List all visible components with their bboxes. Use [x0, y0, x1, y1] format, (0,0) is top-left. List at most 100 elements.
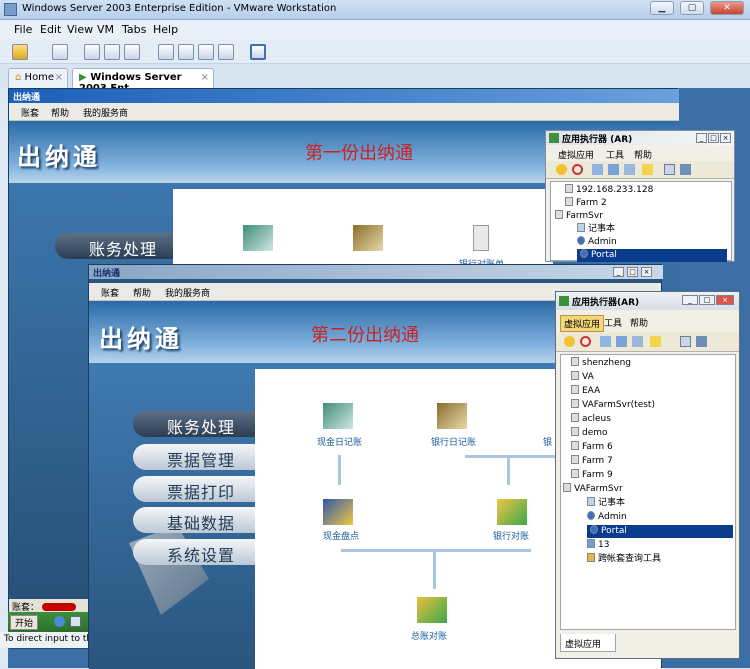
- search-icon[interactable]: [592, 164, 603, 175]
- cash-journal-icon[interactable]: [323, 403, 353, 429]
- nav-accounting[interactable]: 账务处理: [55, 233, 173, 259]
- close-tab-icon[interactable]: ×: [201, 72, 209, 83]
- lightning-icon[interactable]: [650, 336, 661, 347]
- book-icon[interactable]: [680, 164, 691, 175]
- tree-item-farm7[interactable]: Farm 7: [571, 455, 613, 468]
- key-icon[interactable]: [556, 164, 567, 175]
- tree-item-eaa[interactable]: EAA: [571, 385, 600, 398]
- tree-item-notepad[interactable]: 记事本: [587, 497, 625, 510]
- cash-journal-icon[interactable]: [243, 225, 273, 251]
- menu-help[interactable]: 帮助: [51, 106, 69, 119]
- menu-help[interactable]: Help: [153, 23, 178, 36]
- menu-my-provider[interactable]: 我的服务商: [165, 286, 210, 299]
- revert-icon[interactable]: [84, 44, 100, 60]
- ie-icon[interactable]: [54, 616, 65, 627]
- tree-item-admin[interactable]: Admin: [587, 511, 627, 524]
- cash-count-icon[interactable]: [323, 499, 353, 525]
- tree-item-vafarmsvr-test[interactable]: VAFarmSvr(test): [571, 399, 655, 412]
- tab-home[interactable]: ⌂ Home ×: [8, 68, 68, 88]
- tree-item-server[interactable]: 192.168.233.128: [565, 184, 653, 197]
- refresh-icon[interactable]: [616, 336, 627, 347]
- settings-icon[interactable]: [632, 336, 643, 347]
- snapshot-icon[interactable]: [52, 44, 68, 60]
- minimize-button[interactable]: ▁: [650, 1, 674, 15]
- close-button[interactable]: ✕: [710, 1, 744, 15]
- menu-help[interactable]: 帮助: [630, 316, 648, 329]
- tree-item-va[interactable]: VA: [571, 371, 594, 384]
- bank-statement-icon[interactable]: [473, 225, 489, 251]
- tree-item-farm6[interactable]: Farm 6: [571, 441, 613, 454]
- clone-icon[interactable]: [124, 44, 140, 60]
- tree-item-farm9[interactable]: Farm 9: [571, 469, 613, 482]
- power-icon[interactable]: [12, 44, 28, 60]
- tree-item-portal[interactable]: Portal: [577, 249, 727, 262]
- cash-count-label[interactable]: 现金盘点: [323, 529, 359, 542]
- menu-view[interactable]: View: [67, 23, 93, 36]
- partial-label[interactable]: 银: [543, 435, 552, 448]
- stop-icon[interactable]: [580, 336, 591, 347]
- menu-virtual-apps[interactable]: 虚拟应用: [560, 315, 605, 332]
- key-icon[interactable]: [564, 336, 575, 347]
- ar2-minimize-button[interactable]: _: [682, 295, 698, 305]
- menu-vm[interactable]: VM: [97, 23, 114, 36]
- tree-item-farmsvr[interactable]: FarmSvr: [555, 210, 603, 223]
- tree-item-vafarmsvr[interactable]: VAFarmSvr: [563, 483, 623, 496]
- menu-file[interactable]: File: [14, 23, 32, 36]
- start-button[interactable]: 开始: [10, 615, 39, 630]
- search-icon[interactable]: [600, 336, 611, 347]
- nav-accounting[interactable]: 账务处理: [133, 411, 255, 437]
- quick-switch-icon[interactable]: [250, 44, 266, 60]
- menu-tools[interactable]: 工具: [604, 316, 622, 329]
- snapshot-manager-icon[interactable]: [104, 44, 120, 60]
- refresh-icon[interactable]: [608, 164, 619, 175]
- unity-icon[interactable]: [218, 44, 234, 60]
- ar1-minimize-button[interactable]: _: [696, 133, 707, 143]
- tree-item-farm2[interactable]: Farm 2: [565, 197, 607, 210]
- menu-my-provider[interactable]: 我的服务商: [83, 106, 128, 119]
- general-reconcile-label[interactable]: 总账对账: [411, 629, 447, 642]
- tree-item-shenzheng[interactable]: shenzheng: [571, 357, 631, 370]
- maximize-button[interactable]: ▢: [680, 1, 704, 15]
- ar2-maximize-button[interactable]: □: [699, 295, 715, 305]
- bank-journal-icon[interactable]: [437, 403, 467, 429]
- menu-help[interactable]: 帮助: [634, 148, 652, 161]
- fullscreen-icon[interactable]: [198, 44, 214, 60]
- bank-reconcile-label[interactable]: 银行对账: [493, 529, 529, 542]
- tree-item-13[interactable]: 13: [587, 539, 609, 552]
- general-reconcile-icon[interactable]: [417, 597, 447, 623]
- nav-bill-printing[interactable]: 票据打印: [133, 476, 255, 502]
- bank-journal-icon[interactable]: [353, 225, 383, 251]
- ar1-close-button[interactable]: ×: [720, 133, 731, 143]
- menu-edit[interactable]: Edit: [40, 23, 61, 36]
- nav-bill-management[interactable]: 票据管理: [133, 444, 255, 470]
- close-tab-icon[interactable]: ×: [55, 72, 63, 83]
- list-icon[interactable]: [664, 164, 675, 175]
- nav-system-settings[interactable]: 系统设置: [133, 539, 255, 565]
- bank-journal-label[interactable]: 银行日记账: [431, 435, 476, 448]
- ar2-close-button[interactable]: ×: [716, 295, 734, 305]
- menu-account-set[interactable]: 账套: [21, 106, 39, 119]
- menu-tools[interactable]: 工具: [606, 148, 624, 161]
- win2-minimize-button[interactable]: _: [613, 267, 624, 277]
- cash-journal-label[interactable]: 现金日记账: [317, 435, 362, 448]
- win2-maximize-button[interactable]: □: [627, 267, 638, 277]
- sidebar-view-icon[interactable]: [158, 44, 174, 60]
- tree-item-demo[interactable]: demo: [571, 427, 608, 440]
- ar1-maximize-button[interactable]: □: [708, 133, 719, 143]
- tree-item-portal[interactable]: Portal: [587, 525, 733, 538]
- ar2-bottom-tab[interactable]: 虚拟应用: [560, 634, 616, 652]
- tab-vm[interactable]: ▶ Windows Server 2003 Ent... ×: [72, 68, 214, 94]
- menu-virtual-apps[interactable]: 虚拟应用: [558, 148, 594, 161]
- win2-close-button[interactable]: ×: [641, 267, 652, 277]
- menu-tabs[interactable]: Tabs: [122, 23, 146, 36]
- settings-icon[interactable]: [624, 164, 635, 175]
- lightning-icon[interactable]: [642, 164, 653, 175]
- stop-icon[interactable]: [572, 164, 583, 175]
- tree-item-notepad[interactable]: 记事本: [577, 223, 615, 236]
- book-icon[interactable]: [696, 336, 707, 347]
- nav-basic-data[interactable]: 基础数据: [133, 507, 255, 533]
- tree-item-admin[interactable]: Admin: [577, 236, 617, 249]
- console-view-icon[interactable]: [178, 44, 194, 60]
- quicklaunch-icon[interactable]: [70, 616, 81, 627]
- menu-help[interactable]: 帮助: [133, 286, 151, 299]
